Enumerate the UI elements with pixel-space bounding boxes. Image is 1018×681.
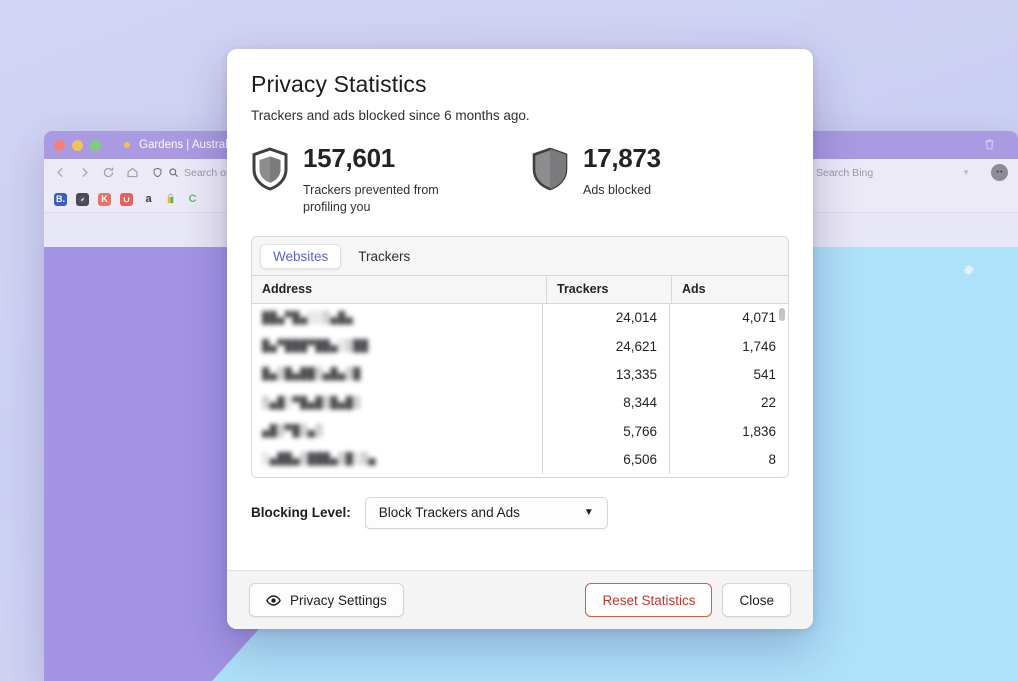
url-placeholder-text: Search or: [184, 166, 230, 179]
table-row[interactable]: ▄█▒▀█▒▄▒ 5,766 1,836: [252, 416, 788, 446]
cell-trackers: 24,014: [542, 303, 669, 333]
redacted-address-text: ██▄▀█▄░░▒▄█▄: [262, 310, 354, 325]
window-maximize-button[interactable]: [90, 139, 101, 151]
privacy-statistics-dialog: Privacy Statistics Trackers and ads bloc…: [227, 49, 813, 629]
bookmark-amazon[interactable]: a: [142, 193, 155, 206]
ads-count: 17,873: [583, 143, 661, 173]
redacted-address-text: █▄▒█▄██▒▄█▄▒█: [262, 367, 361, 382]
cell-address: █▄▀███▀██▄░▒██: [252, 332, 542, 360]
stat-ads-blocked: 17,873 Ads blocked: [531, 145, 661, 216]
close-button[interactable]: Close: [722, 583, 791, 617]
redacted-address-text: ▄█▒▀█▒▄▒: [262, 424, 323, 439]
stat-trackers-prevented: 157,601 Trackers prevented from profilin…: [251, 145, 531, 216]
table-tabs: Websites Trackers: [252, 236, 788, 276]
cat-avatar-icon: [994, 166, 1005, 178]
cell-address: ▒▄█░▀█▄█▒█▄█▒: [252, 389, 542, 417]
table-row[interactable]: ██▄▀█▄░░▒▄█▄ 24,014 4,071: [252, 303, 788, 333]
bookmark-compass[interactable]: [76, 192, 89, 206]
search-icon: [169, 168, 179, 178]
cell-trackers: 24,621: [542, 332, 669, 361]
trash-icon[interactable]: [983, 138, 996, 151]
cell-address: ██▄▀█▄░░▒▄█▄: [252, 304, 542, 332]
chevron-down-icon[interactable]: ▼: [962, 168, 970, 177]
cell-ads: 8: [669, 445, 788, 474]
blocking-level-label: Blocking Level:: [251, 505, 351, 521]
chevron-down-icon: ▼: [583, 507, 594, 519]
privacy-settings-button[interactable]: Privacy Settings: [249, 583, 404, 617]
column-header-ads[interactable]: Ads: [671, 275, 788, 303]
blocking-level-select[interactable]: Block Trackers and Ads ▼: [364, 496, 608, 529]
cell-trackers: 5,766: [542, 416, 669, 446]
cell-trackers: 6,506: [542, 445, 669, 474]
tab-favicon-dot: [124, 142, 130, 148]
dialog-subtitle: Trackers and ads blocked since 6 months …: [251, 108, 530, 123]
table-row[interactable]: ▒▄█░▀█▄█▒█▄█▒ 8,344 22: [252, 388, 788, 417]
stats-row: 157,601 Trackers prevented from profilin…: [251, 145, 789, 216]
home-icon[interactable]: [126, 166, 139, 179]
shield-filled-icon: [531, 145, 569, 196]
trackers-count-label: Trackers prevented from profiling you: [303, 183, 439, 214]
shield-icon: [153, 167, 162, 178]
bookmark-etsy[interactable]: [120, 192, 133, 206]
search-placeholder-text: Search Bing: [816, 166, 874, 179]
desktop-screen: Gardens | Australian Gar Search or Searc…: [0, 0, 1018, 681]
browser-search-field[interactable]: Search Bing ▼: [800, 164, 970, 181]
vertical-scrollbar[interactable]: [779, 307, 785, 321]
cell-address: █▄▒█▄██▒▄█▄▒█: [252, 360, 542, 388]
bookmark-c[interactable]: C: [186, 193, 199, 206]
bookmark-shopping-bag[interactable]: [164, 193, 177, 206]
dialog-footer: Privacy Settings Reset Statistics Close: [227, 570, 813, 629]
column-header-address[interactable]: Address: [252, 276, 546, 303]
redacted-address-text: █▄▀███▀██▄░▒██: [262, 339, 369, 354]
window-minimize-button[interactable]: [72, 139, 83, 151]
statistics-table-card: Websites Trackers Address Trackers Ads █…: [251, 235, 789, 478]
bookmark-booking[interactable]: B.: [54, 192, 67, 206]
table-header-row: Address Trackers Ads: [252, 275, 788, 304]
tab-websites[interactable]: Websites: [260, 243, 342, 269]
dialog-body: Privacy Statistics Trackers and ads bloc…: [227, 49, 813, 570]
gear-icon[interactable]: [962, 263, 976, 277]
bookmark-kijiji[interactable]: K: [98, 192, 111, 206]
cell-trackers: 13,335: [542, 360, 669, 389]
ads-count-label: Ads blocked: [583, 183, 652, 197]
cell-address: ▄█▒▀█▒▄▒: [252, 417, 542, 445]
blocking-level-row: Blocking Level: Block Trackers and Ads ▼: [251, 478, 789, 549]
back-arrow-icon[interactable]: [54, 166, 67, 179]
cell-trackers: 8,344: [542, 388, 669, 417]
eye-icon: [266, 594, 281, 606]
page-title: Privacy Statistics: [251, 71, 427, 97]
profile-avatar[interactable]: [991, 164, 1008, 181]
table-row[interactable]: ░▄██▄▒███▄▒█░▒▄ 6,506 8: [252, 445, 788, 474]
table-body[interactable]: ██▄▀█▄░░▒▄█▄ 24,014 4,071 █▄▀███▀██▄░▒██ 24,…: [252, 303, 788, 477]
redacted-address-text: ░▄██▄▒███▄▒█░▒▄: [262, 452, 377, 467]
privacy-settings-label: Privacy Settings: [290, 592, 387, 608]
table-row[interactable]: █▄▒█▄██▒▄█▄▒█ 13,335 541: [252, 360, 788, 389]
trackers-count: 157,601: [303, 143, 395, 173]
cell-address: ░▄██▄▒███▄▒█░▒▄: [252, 445, 542, 473]
window-close-button[interactable]: [54, 139, 65, 151]
tab-trackers[interactable]: Trackers: [345, 244, 423, 269]
table-row[interactable]: █▄▀███▀██▄░▒██ 24,621 1,746: [252, 332, 788, 361]
shield-outline-icon: [251, 145, 289, 196]
blocking-level-value: Block Trackers and Ads: [378, 505, 520, 521]
cell-ads: 22: [669, 388, 788, 417]
cell-ads: 541: [669, 360, 788, 389]
cell-ads: 1,746: [669, 332, 788, 361]
reload-icon[interactable]: [102, 166, 115, 179]
column-header-trackers[interactable]: Trackers: [546, 275, 671, 303]
cell-ads: 1,836: [669, 416, 788, 446]
redacted-address-text: ▒▄█░▀█▄█▒█▄█▒: [262, 395, 361, 410]
reset-statistics-button[interactable]: Reset Statistics: [585, 583, 713, 617]
cell-ads: 4,071: [669, 303, 788, 333]
forward-arrow-icon[interactable]: [78, 166, 91, 179]
